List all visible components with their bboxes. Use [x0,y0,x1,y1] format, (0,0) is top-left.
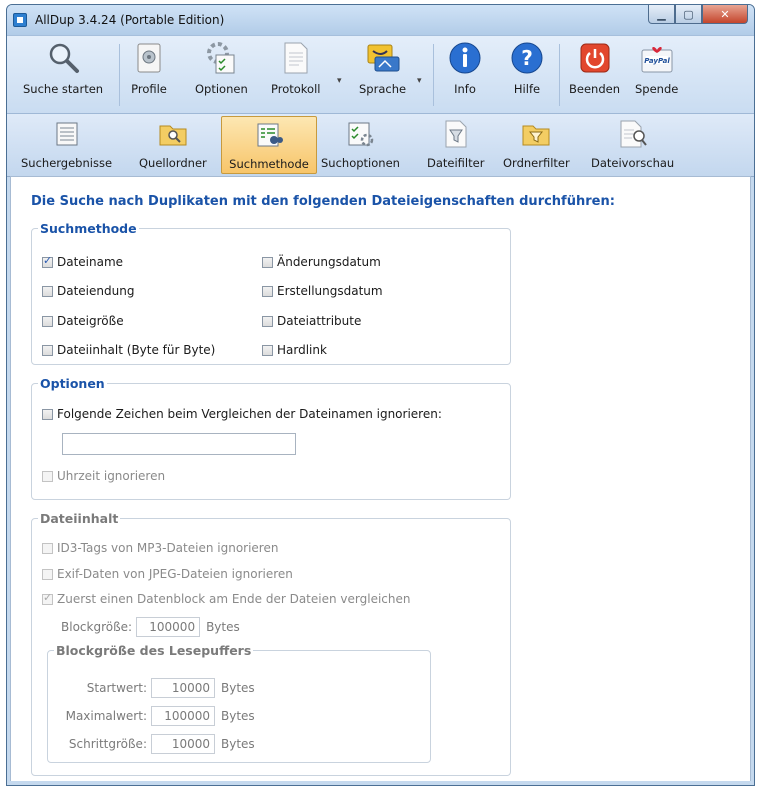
file-filter-icon [440,118,472,150]
profile-button[interactable]: Profile [131,40,167,96]
start-value-input: 10000 [151,678,215,698]
maximize-icon: ▢ [683,7,694,21]
log-icon [278,40,314,76]
step-size-label: Schrittgröße: [68,737,147,751]
group-optionen-legend: Optionen [40,376,105,391]
help-button[interactable]: ? Hilfe [509,40,545,96]
svg-text:PayPal: PayPal [644,57,670,65]
step-size-input: 10000 [151,734,215,754]
blocksize-unit: Bytes [206,620,240,634]
options-button[interactable]: Optionen [195,40,248,96]
checkbox-ignore-chars[interactable]: Folgende Zeichen beim Vergleichen der Da… [42,407,442,421]
app-icon [13,13,27,27]
checkbox-box[interactable] [262,285,273,297]
tab-quellordner[interactable]: Quellordner [139,116,207,174]
start-value-row: Startwert: 10000 Bytes [51,678,255,698]
profile-icon [131,40,167,76]
step-size-row: Schrittgröße: 10000 Bytes [51,734,255,754]
language-dropdown-arrow[interactable]: ▾ [417,76,422,86]
power-icon [577,40,613,76]
group-dateiinhalt-legend: Dateiinhalt [40,511,119,526]
ribbon-toolbar: Suche starten Profile Optionen Protokoll… [7,35,754,114]
checkbox-dateiname[interactable]: Dateiname [42,254,123,269]
language-icon [365,40,401,76]
results-icon [51,118,83,150]
minimize-button[interactable]: ▁ [648,5,675,24]
search-options-icon [344,118,376,150]
search-method-icon [253,119,285,151]
tab-suchoptionen[interactable]: Suchoptionen [321,116,400,174]
ignore-chars-input[interactable] [62,433,296,455]
checkbox-box [42,542,53,554]
window-controls: ▁ ▢ ✕ [648,5,748,25]
app-window: AllDup 3.4.24 (Portable Edition) ▁ ▢ ✕ S… [6,4,755,786]
max-value-unit: Bytes [221,709,255,723]
checkbox-id3-tags: ID3-Tags von MP3-Dateien ignorieren [42,541,278,555]
start-value-unit: Bytes [221,681,255,695]
max-value-label: Maximalwert: [65,709,147,723]
step-size-unit: Bytes [221,737,255,751]
checkbox-hardlink[interactable]: Hardlink [262,343,327,357]
source-folder-icon [157,118,189,150]
checkbox-box [42,568,53,580]
file-preview-icon [617,118,649,150]
start-value-label: Startwert: [86,681,147,695]
max-value-row: Maximalwert: 100000 Bytes [51,706,255,726]
language-button[interactable]: Sprache [359,40,406,96]
blocksize-label: Blockgröße: [61,620,133,634]
title-bar[interactable]: AllDup 3.4.24 (Portable Edition) ▁ ▢ ✕ [7,5,754,35]
blocksize-row: Blockgröße: 100000 Bytes [61,617,240,637]
checkbox-box[interactable] [42,344,53,356]
checkbox-box[interactable] [42,285,53,297]
tab-ordnerfilter[interactable]: Ordnerfilter [503,116,570,174]
checkbox-box[interactable] [262,256,273,268]
checkbox-ignore-time: Uhrzeit ignorieren [42,469,165,483]
exit-button[interactable]: Beenden [569,40,620,96]
window-bottom-edge [7,781,754,785]
blocksize-input: 100000 [136,617,201,637]
checkbox-dateigroesse[interactable]: Dateigröße [42,314,124,328]
close-button[interactable]: ✕ [702,5,748,24]
info-button[interactable]: Info [447,40,483,96]
tab-suchmethode[interactable]: Suchmethode [221,116,317,174]
page-heading: Die Suche nach Duplikaten mit den folgen… [31,194,615,209]
tab-bar: Suchergebnisse Quellordner Suchmethode S… [7,113,754,177]
max-value-input: 100000 [151,706,215,726]
folder-filter-icon [520,118,552,150]
paypal-icon: PayPal [639,40,675,76]
checkbox-dateiendung[interactable]: Dateiendung [42,284,134,298]
close-icon: ✕ [720,7,730,21]
checkbox-box[interactable] [262,315,273,327]
window-title: AllDup 3.4.24 (Portable Edition) [35,13,225,27]
checkbox-box[interactable] [262,344,273,356]
start-search-button[interactable]: Suche starten [23,40,103,96]
magnifier-icon [45,40,81,76]
checkbox-box[interactable] [42,408,53,420]
tab-suchergebnisse[interactable]: Suchergebnisse [21,116,112,174]
tab-dateifilter[interactable]: Dateifilter [427,116,484,174]
checkbox-box[interactable] [42,254,53,268]
minimize-icon: ▁ [657,7,666,21]
checkbox-box [42,591,53,605]
checkbox-erstellungsdatum[interactable]: Erstellungsdatum [262,284,383,298]
checkbox-box[interactable] [42,315,53,327]
log-button[interactable]: Protokoll [271,40,320,96]
svg-text:?: ? [521,46,533,70]
checkbox-datenblock: Zuerst einen Datenblock am Ende der Date… [42,591,410,606]
options-icon [203,40,239,76]
checkbox-dateiinhalt[interactable]: Dateiinhalt (Byte für Byte) [42,343,215,357]
group-suchmethode-legend: Suchmethode [40,221,137,236]
checkbox-box [42,470,53,482]
group-lesepuffer-legend: Blockgröße des Lesepuffers [56,643,252,658]
checkbox-aenderungsdatum[interactable]: Änderungsdatum [262,255,381,269]
checkbox-dateiattribute[interactable]: Dateiattribute [262,314,361,328]
content-panel: Die Suche nach Duplikaten mit den folgen… [10,176,751,783]
checkbox-exif: Exif-Daten von JPEG-Dateien ignorieren [42,567,293,581]
info-icon [447,40,483,76]
tab-dateivorschau[interactable]: Dateivorschau [591,116,674,174]
maximize-button[interactable]: ▢ [675,5,702,24]
donate-button[interactable]: PayPal Spende [635,40,678,96]
log-dropdown-arrow[interactable]: ▾ [337,76,342,86]
help-icon: ? [509,40,545,76]
